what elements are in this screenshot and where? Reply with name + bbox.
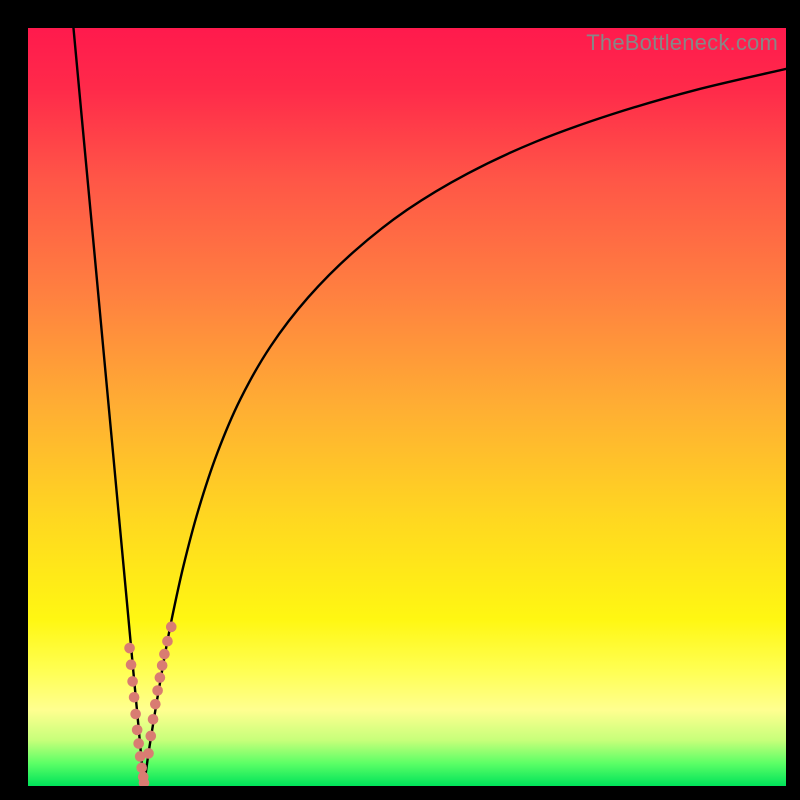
highlight-dot xyxy=(133,738,144,749)
highlight-dot xyxy=(166,622,177,633)
plot-area: TheBottleneck.com xyxy=(28,28,786,786)
highlight-dot xyxy=(126,659,137,670)
watermark-text: TheBottleneck.com xyxy=(586,30,778,56)
highlight-dot xyxy=(132,725,143,736)
highlight-dot xyxy=(143,748,154,759)
highlight-dot xyxy=(148,714,159,725)
highlight-dot xyxy=(124,643,135,654)
frame: TheBottleneck.com xyxy=(0,0,800,800)
highlight-dot xyxy=(146,731,157,742)
highlight-dot xyxy=(130,709,141,720)
highlight-dot xyxy=(155,672,166,683)
highlight-dot xyxy=(162,636,173,647)
highlight-dot xyxy=(159,649,170,660)
highlight-dot xyxy=(152,685,163,696)
highlight-dot xyxy=(136,763,147,774)
gradient-background xyxy=(28,28,786,786)
highlight-dot xyxy=(157,660,168,671)
highlight-dot xyxy=(129,692,140,703)
chart-svg xyxy=(28,28,786,786)
highlight-dot xyxy=(150,699,161,710)
highlight-dot xyxy=(127,676,138,687)
